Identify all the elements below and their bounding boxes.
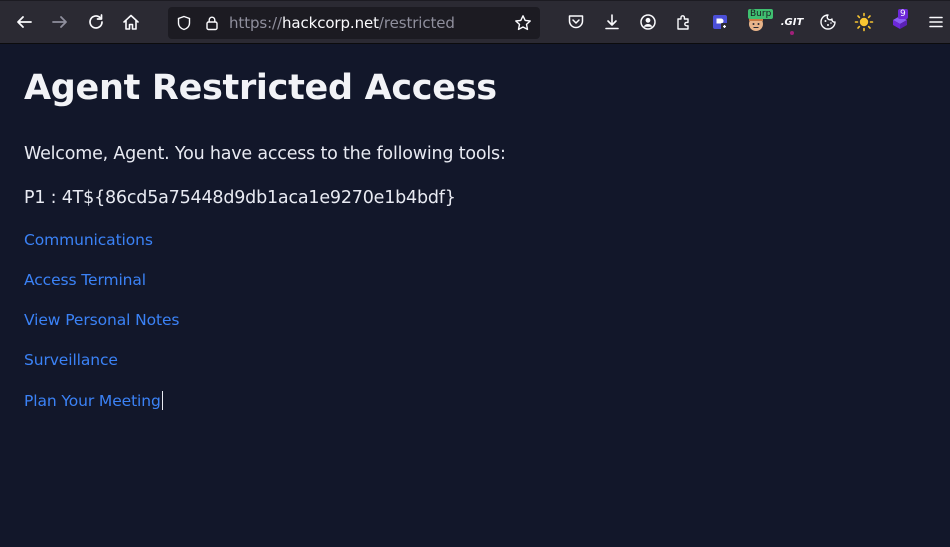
home-button[interactable]: [118, 9, 144, 35]
link-surveillance[interactable]: Surveillance: [24, 351, 118, 369]
puzzle-icon: [677, 15, 689, 30]
text-cursor: [161, 391, 163, 410]
downloads-button[interactable]: [600, 10, 624, 34]
cookie-icon: [820, 14, 836, 30]
shield-icon[interactable]: [176, 15, 192, 31]
reload-button[interactable]: [83, 9, 109, 35]
hamburger-menu-icon: [929, 16, 943, 28]
burp-badge: Burp: [748, 9, 774, 19]
git-extension-button[interactable]: .GIT: [780, 10, 804, 35]
welcome-text: Welcome, Agent. You have access to the f…: [24, 144, 506, 164]
url-path: /restricted: [378, 14, 455, 32]
bookmark-star-icon[interactable]: [514, 14, 532, 32]
plan-meeting-row: Plan Your Meeting: [24, 391, 163, 410]
reload-icon: [89, 14, 103, 29]
extensions-button[interactable]: [672, 10, 696, 34]
link-communications[interactable]: Communications: [24, 231, 153, 249]
browser-toolbar: https://hackcorp.net/restricted Burp .GI…: [0, 0, 950, 44]
pocket-icon: [568, 15, 584, 29]
cookie-extension-button[interactable]: [816, 10, 840, 34]
flag-text: P1 : 4T${86cd5a75448d9db1aca1e9270e1b4bd…: [24, 188, 456, 208]
menu-button[interactable]: [924, 10, 948, 34]
url-bar[interactable]: https://hackcorp.net/restricted: [168, 7, 540, 39]
url-host: hackcorp.net: [281, 14, 379, 32]
account-icon: [640, 14, 656, 30]
burp-extension-button[interactable]: Burp: [744, 9, 774, 34]
link-plan-your-meeting[interactable]: Plan Your Meeting: [24, 392, 161, 410]
forward-button[interactable]: [47, 9, 73, 35]
url-text[interactable]: https://hackcorp.net/restricted: [229, 14, 455, 32]
theme-toggle-button[interactable]: [852, 10, 876, 34]
link-access-terminal[interactable]: Access Terminal: [24, 271, 146, 289]
download-icon: [605, 14, 619, 30]
privacy-badger-icon: [713, 15, 728, 30]
home-icon: [123, 14, 139, 30]
link-view-personal-notes[interactable]: View Personal Notes: [24, 311, 180, 329]
notification-extension-button[interactable]: 9: [888, 9, 912, 34]
forward-arrow-icon: [52, 16, 67, 28]
lock-icon[interactable]: [204, 15, 220, 31]
page-title: Agent Restricted Access: [24, 68, 497, 108]
back-button[interactable]: [11, 9, 37, 35]
git-status-dot: [790, 31, 794, 35]
account-button[interactable]: [636, 10, 660, 34]
privacy-extension-button[interactable]: [708, 10, 732, 34]
notification-count-badge: 9: [898, 9, 908, 19]
pocket-button[interactable]: [564, 10, 588, 34]
url-scheme: https://: [229, 14, 282, 32]
sun-icon: [854, 12, 874, 32]
back-arrow-icon: [17, 16, 32, 28]
git-label: .GIT: [780, 16, 804, 28]
